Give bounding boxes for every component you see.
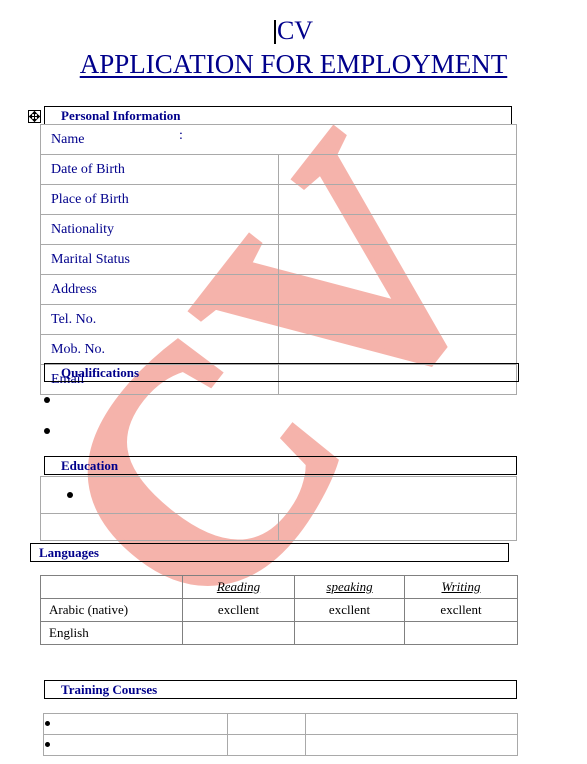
language-speaking-value[interactable] bbox=[294, 621, 405, 645]
table-row: Marital Status bbox=[40, 244, 517, 275]
table-move-handle-icon[interactable] bbox=[28, 110, 41, 123]
personal-name-label: Name bbox=[51, 131, 85, 147]
personal-field-value[interactable] bbox=[278, 244, 517, 275]
personal-field-label: Mob. No. bbox=[40, 334, 279, 365]
table-header-row: Reading speaking Writing bbox=[40, 575, 518, 599]
personal-name-cell[interactable]: Name : bbox=[40, 124, 517, 155]
table-row: Nationality bbox=[40, 214, 517, 245]
language-reading-value[interactable]: excllent bbox=[182, 598, 295, 622]
training-courses-table bbox=[43, 713, 518, 756]
personal-field-value[interactable] bbox=[278, 154, 517, 185]
section-header-languages-label: Languages bbox=[39, 545, 99, 560]
title-cv-text: CV bbox=[276, 16, 314, 45]
personal-field-label: Tel. No. bbox=[40, 304, 279, 335]
education-bullet-cell[interactable] bbox=[40, 476, 517, 514]
bullet-icon bbox=[67, 491, 73, 498]
cv-document-page: CV CV APPLICATION FOR EMPLOYMENT Persona… bbox=[0, 0, 587, 764]
table-row: Mob. No. bbox=[40, 334, 517, 365]
table-row: English bbox=[40, 621, 518, 645]
training-course-name[interactable] bbox=[43, 734, 228, 756]
training-course-col3[interactable] bbox=[305, 713, 518, 735]
page-title-main: APPLICATION FOR EMPLOYMENT bbox=[0, 48, 587, 80]
bullet-icon bbox=[44, 396, 50, 403]
text-cursor-icon bbox=[273, 20, 276, 44]
language-writing-value[interactable]: excllent bbox=[404, 598, 518, 622]
table-row: Tel. No. bbox=[40, 304, 517, 335]
title-main-text: APPLICATION FOR EMPLOYMENT bbox=[79, 49, 508, 79]
education-detail-left[interactable] bbox=[40, 513, 279, 541]
table-row: Date of Birth bbox=[40, 154, 517, 185]
section-header-training-courses-label: Training Courses bbox=[61, 682, 158, 697]
table-row: Place of Birth bbox=[40, 184, 517, 215]
language-reading-value[interactable] bbox=[182, 621, 295, 645]
education-table bbox=[40, 476, 517, 541]
section-header-personal-information-label: Personal Information bbox=[61, 108, 181, 123]
personal-field-label: Date of Birth bbox=[40, 154, 279, 185]
training-course-col2[interactable] bbox=[227, 734, 306, 756]
section-header-personal-information: Personal Information bbox=[44, 106, 512, 125]
language-name: English bbox=[40, 621, 183, 645]
personal-field-value[interactable] bbox=[278, 184, 517, 215]
table-row-name: Name : bbox=[40, 124, 517, 155]
section-header-education: Education bbox=[44, 456, 517, 475]
training-course-name[interactable] bbox=[43, 713, 228, 735]
languages-table: Reading speaking Writing Arabic (native)… bbox=[40, 575, 518, 645]
personal-information-table: Name : Date of Birth Place of Birth Nati… bbox=[40, 124, 517, 395]
language-writing-value[interactable] bbox=[404, 621, 518, 645]
personal-field-label: Place of Birth bbox=[40, 184, 279, 215]
personal-field-label: Nationality bbox=[40, 214, 279, 245]
language-name: Arabic (native) bbox=[40, 598, 183, 622]
training-course-col3[interactable] bbox=[305, 734, 518, 756]
languages-corner-cell bbox=[40, 575, 183, 599]
languages-column-speaking: speaking bbox=[294, 575, 405, 599]
personal-field-value[interactable] bbox=[278, 334, 517, 365]
table-row: Arabic (native) excllent excllent exclle… bbox=[40, 598, 518, 622]
languages-column-writing: Writing bbox=[404, 575, 518, 599]
section-header-education-label: Education bbox=[61, 458, 119, 473]
table-row bbox=[43, 734, 518, 756]
education-detail-right[interactable] bbox=[278, 513, 517, 541]
bullet-icon bbox=[45, 721, 50, 726]
section-header-qualifications-label: Qualifications bbox=[61, 365, 140, 380]
section-header-training-courses: Training Courses bbox=[44, 680, 517, 699]
table-row bbox=[43, 713, 518, 735]
bullet-icon bbox=[44, 427, 50, 434]
personal-field-value[interactable] bbox=[278, 304, 517, 335]
personal-field-label: Marital Status bbox=[40, 244, 279, 275]
section-header-languages: Languages bbox=[30, 543, 509, 562]
table-row-education-detail bbox=[40, 513, 517, 541]
page-title-cv: CV bbox=[0, 16, 587, 46]
table-row: Address bbox=[40, 274, 517, 305]
qualifications-bullet-1[interactable] bbox=[44, 393, 50, 407]
section-header-qualifications: Qualifications bbox=[44, 363, 519, 382]
languages-column-reading: Reading bbox=[182, 575, 295, 599]
bullet-icon bbox=[45, 742, 50, 747]
personal-field-value[interactable] bbox=[278, 214, 517, 245]
table-row-education-bullet bbox=[40, 476, 517, 514]
personal-field-label: Address bbox=[40, 274, 279, 305]
personal-name-colon: : bbox=[179, 128, 183, 143]
language-speaking-value[interactable]: excllent bbox=[294, 598, 405, 622]
qualifications-bullet-2[interactable] bbox=[44, 424, 50, 438]
training-course-col2[interactable] bbox=[227, 713, 306, 735]
personal-field-value[interactable] bbox=[278, 274, 517, 305]
